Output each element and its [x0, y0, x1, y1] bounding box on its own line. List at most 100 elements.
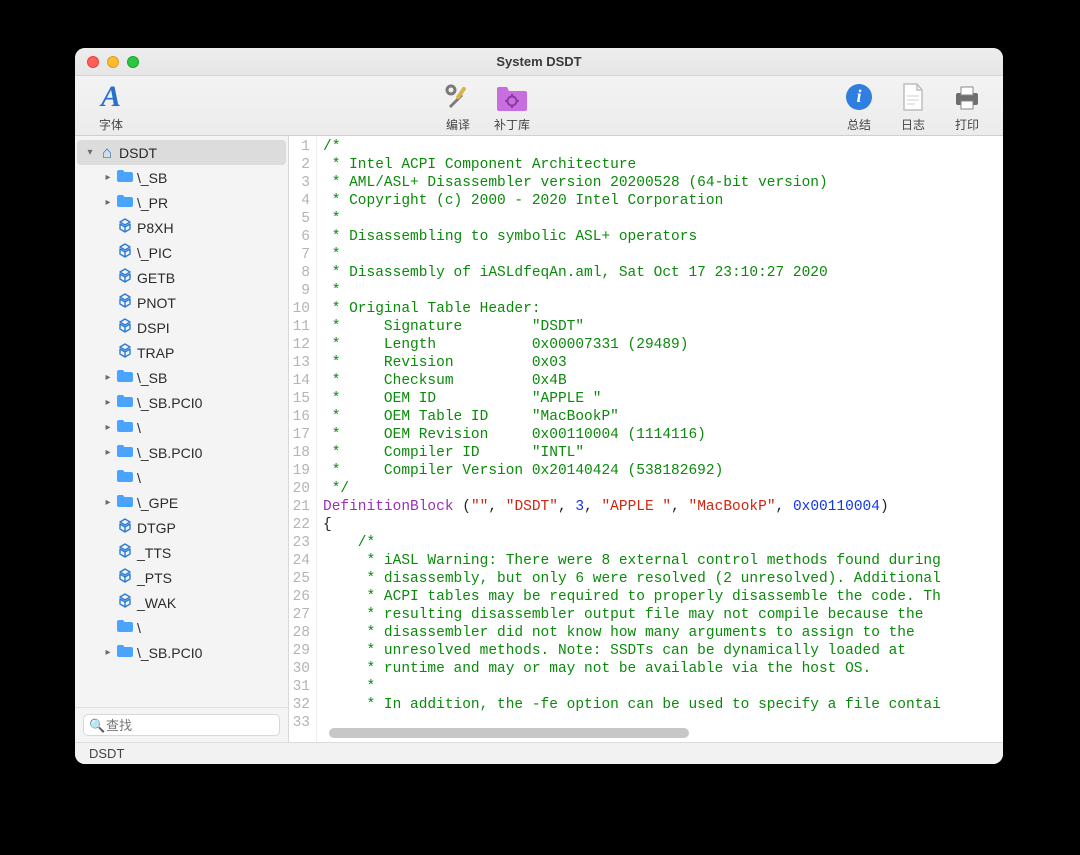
printer-icon [952, 83, 982, 111]
editor[interactable]: 1234567891011121314151617181920212223242… [289, 136, 1003, 742]
code-line[interactable]: * Copyright (c) 2000 - 2020 Intel Corpor… [323, 192, 1003, 210]
code-line[interactable]: * iASL Warning: There were 8 external co… [323, 552, 1003, 570]
code-line[interactable]: */ [323, 480, 1003, 498]
chevron-icon[interactable]: ▸ [101, 172, 115, 183]
chevron-icon[interactable]: ▾ [83, 147, 97, 158]
hscroll-thumb[interactable] [329, 728, 689, 738]
tree-item-label: \_SB [137, 370, 167, 386]
code-line[interactable]: * In addition, the -fe option can be use… [323, 696, 1003, 714]
minimize-icon[interactable] [107, 56, 119, 68]
close-icon[interactable] [87, 56, 99, 68]
code-line[interactable]: * unresolved methods. Note: SSDTs can be… [323, 642, 1003, 660]
tree-item-label: \_GPE [137, 495, 178, 511]
code-line[interactable]: * Compiler Version 0x20140424 (538182692… [323, 462, 1003, 480]
font-button[interactable]: A 字体 [87, 79, 135, 133]
chevron-icon[interactable]: ▸ [101, 497, 115, 508]
line-number: 24 [289, 552, 310, 570]
tree-item-label: DTGP [137, 520, 176, 536]
tree-item[interactable]: ▸\_SB.PCI0 [77, 440, 286, 465]
line-number: 8 [289, 264, 310, 282]
tree-item[interactable]: GETB [77, 265, 286, 290]
compile-button[interactable]: 编译 [434, 79, 482, 133]
summary-button[interactable]: i 总结 [835, 79, 883, 133]
tree-item[interactable]: ▸ \_SB [77, 365, 286, 390]
code-line[interactable]: * Disassembling to symbolic ASL+ operato… [323, 228, 1003, 246]
code-line[interactable]: * [323, 246, 1003, 264]
tree-item[interactable]: _PTS [77, 565, 286, 590]
print-button[interactable]: 打印 [943, 79, 991, 133]
code-line[interactable]: * disassembler did not know how many arg… [323, 624, 1003, 642]
search-input[interactable] [83, 714, 280, 736]
code-line[interactable]: * Signature "DSDT" [323, 318, 1003, 336]
font-icon: A [101, 80, 121, 114]
tree-item[interactable]: \ [77, 465, 286, 490]
log-button[interactable]: 日志 [889, 79, 937, 133]
tree-item[interactable]: \ [77, 615, 286, 640]
line-number: 3 [289, 174, 310, 192]
code-line[interactable]: * Disassembly of iASLdfeqAn.aml, Sat Oct… [323, 264, 1003, 282]
tree-item[interactable]: ▸\_SB.PCI0 [77, 390, 286, 415]
tree-item[interactable]: DTGP [77, 515, 286, 540]
search-wrap: 🔍 [75, 707, 288, 742]
code-line[interactable]: * AML/ASL+ Disassembler version 20200528… [323, 174, 1003, 192]
tree-item[interactable]: TRAP [77, 340, 286, 365]
code-line[interactable]: /* [323, 534, 1003, 552]
tree-item[interactable]: ▸ \_GPE [77, 490, 286, 515]
code-line[interactable]: * Revision 0x03 [323, 354, 1003, 372]
code-line[interactable]: * Original Table Header: [323, 300, 1003, 318]
patches-button[interactable]: 补丁库 [488, 79, 536, 133]
code[interactable]: /* * Intel ACPI Component Architecture *… [317, 136, 1003, 742]
tree-item[interactable]: ▾⌂DSDT [77, 140, 286, 165]
line-number: 17 [289, 426, 310, 444]
tree-item[interactable]: _TTS [77, 540, 286, 565]
tree-item[interactable]: _WAK [77, 590, 286, 615]
code-line[interactable]: /* [323, 138, 1003, 156]
statusbar: DSDT [75, 742, 1003, 764]
home-icon: ⌂ [97, 143, 117, 163]
code-line[interactable]: * [323, 210, 1003, 228]
method-icon [115, 318, 135, 338]
hscrollbar[interactable] [329, 728, 995, 740]
line-number: 32 [289, 696, 310, 714]
titlebar[interactable]: System DSDT [75, 48, 1003, 76]
chevron-icon[interactable]: ▸ [101, 372, 115, 383]
code-line[interactable]: * disassembly, but only 6 were resolved … [323, 570, 1003, 588]
tree-item[interactable]: PNOT [77, 290, 286, 315]
code-line[interactable]: * resulting disassembler output file may… [323, 606, 1003, 624]
code-line[interactable]: * Checksum 0x4B [323, 372, 1003, 390]
line-number: 25 [289, 570, 310, 588]
print-label: 打印 [955, 116, 979, 133]
tree[interactable]: ▾⌂DSDT ▸ \_SB ▸\_PRP8XH\_PICGETBPNOTDSPITRA… [75, 136, 288, 707]
chevron-icon[interactable]: ▸ [101, 422, 115, 433]
code-line[interactable]: * OEM Table ID "MacBookP" [323, 408, 1003, 426]
tree-item[interactable]: P8XH [77, 215, 286, 240]
code-line[interactable]: DefinitionBlock ("", "DSDT", 3, "APPLE "… [323, 498, 1003, 516]
tree-item[interactable]: ▸\_SB [77, 165, 286, 190]
method-icon [115, 568, 135, 588]
search-icon: 🔍 [89, 718, 105, 734]
code-line[interactable]: { [323, 516, 1003, 534]
line-number: 15 [289, 390, 310, 408]
code-line[interactable]: * OEM ID "APPLE " [323, 390, 1003, 408]
chevron-icon[interactable]: ▸ [101, 447, 115, 458]
line-number: 7 [289, 246, 310, 264]
code-line[interactable]: * runtime and may or may not be availabl… [323, 660, 1003, 678]
tree-item[interactable]: ▸\ [77, 415, 286, 440]
tree-item[interactable]: ▸\_PR [77, 190, 286, 215]
code-line[interactable]: * [323, 678, 1003, 696]
code-line[interactable]: * OEM Revision 0x00110004 (1114116) [323, 426, 1003, 444]
line-number: 5 [289, 210, 310, 228]
chevron-icon[interactable]: ▸ [101, 647, 115, 658]
maximize-icon[interactable] [127, 56, 139, 68]
code-line[interactable]: * Compiler ID "INTL" [323, 444, 1003, 462]
code-line[interactable]: * ACPI tables may be required to properl… [323, 588, 1003, 606]
code-line[interactable]: * Length 0x00007331 (29489) [323, 336, 1003, 354]
tree-item[interactable]: \_PIC [77, 240, 286, 265]
app-window: System DSDT A 字体 编译 [75, 48, 1003, 764]
chevron-icon[interactable]: ▸ [101, 197, 115, 208]
code-line[interactable]: * [323, 282, 1003, 300]
code-line[interactable]: * Intel ACPI Component Architecture [323, 156, 1003, 174]
tree-item[interactable]: ▸\_SB.PCI0 [77, 640, 286, 665]
tree-item[interactable]: DSPI [77, 315, 286, 340]
chevron-icon[interactable]: ▸ [101, 397, 115, 408]
